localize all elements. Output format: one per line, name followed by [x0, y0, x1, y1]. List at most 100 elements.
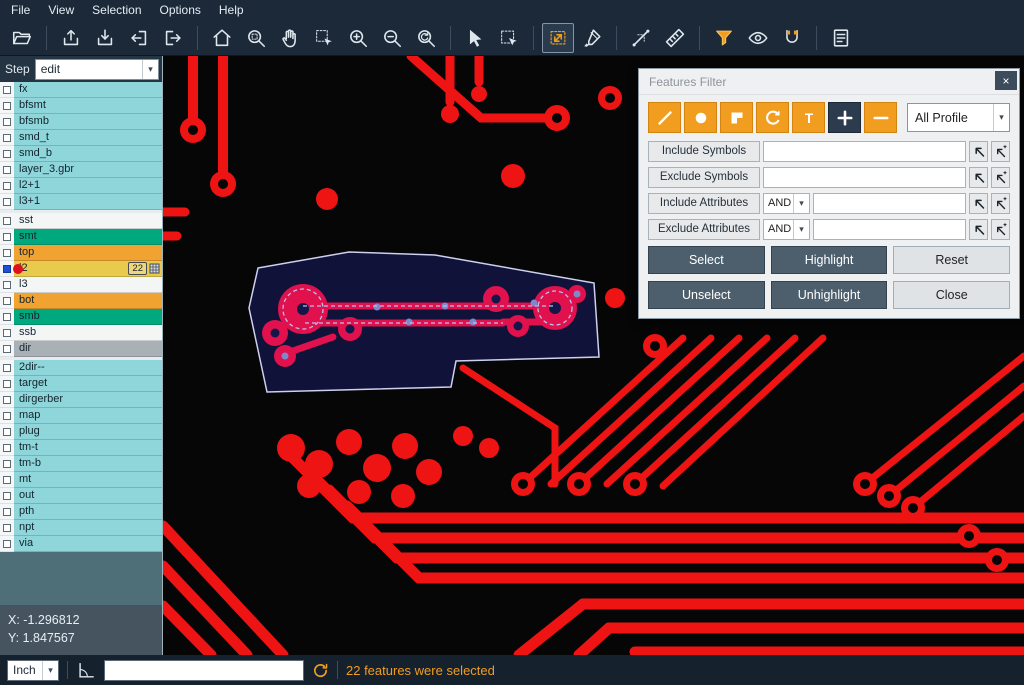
- layer-row-bfsmt[interactable]: bfsmt: [0, 98, 162, 114]
- pad-feature-button[interactable]: [684, 102, 717, 133]
- select-button[interactable]: Select: [648, 246, 765, 274]
- layer-name-cell[interactable]: pth: [14, 504, 162, 520]
- layer-checkbox[interactable]: [0, 293, 14, 309]
- layer-name-cell[interactable]: smb: [14, 309, 162, 325]
- layer-row-dirgerber[interactable]: dirgerber: [0, 392, 162, 408]
- layer-row-layer_3.gbr[interactable]: layer_3.gbr: [0, 162, 162, 178]
- layer-row-target[interactable]: target: [0, 376, 162, 392]
- logic-select[interactable]: AND▾: [763, 193, 810, 214]
- layer-checkbox[interactable]: [0, 245, 14, 261]
- open-tool-button[interactable]: [6, 23, 38, 53]
- layer-checkbox[interactable]: [0, 456, 14, 472]
- layer-row-out[interactable]: out: [0, 488, 162, 504]
- layer-name-cell[interactable]: 2dir--: [14, 360, 162, 376]
- menu-view[interactable]: View: [39, 0, 83, 20]
- arc-feature-button[interactable]: [756, 102, 789, 133]
- layer-name-cell[interactable]: out: [14, 488, 162, 504]
- layer-name-cell[interactable]: l3: [14, 277, 162, 293]
- zoom-reset-tool-button[interactable]: [410, 23, 442, 53]
- layer-row-dir[interactable]: dir: [0, 341, 162, 357]
- layer-row-2dir--[interactable]: 2dir--: [0, 360, 162, 376]
- layer-checkbox[interactable]: [0, 488, 14, 504]
- layer-checkbox[interactable]: [0, 325, 14, 341]
- pointer-tool-button[interactable]: [459, 23, 491, 53]
- layer-checkbox[interactable]: [0, 376, 14, 392]
- pan-tool-button[interactable]: [274, 23, 306, 53]
- layer-row-tm-b[interactable]: tm-b: [0, 456, 162, 472]
- highlight-button[interactable]: Highlight: [771, 246, 888, 274]
- pick-arrow-star-button[interactable]: [991, 219, 1010, 240]
- close-button[interactable]: ×: [995, 71, 1017, 90]
- include-attributes-button[interactable]: Include Attributes: [648, 193, 760, 214]
- layer-row-smd_t[interactable]: smd_t: [0, 130, 162, 146]
- layer-checkbox[interactable]: [0, 309, 14, 325]
- layer-row-via[interactable]: via: [0, 536, 162, 552]
- layer-row-bot[interactable]: bot: [0, 293, 162, 309]
- pick-arrow-star-button[interactable]: [991, 167, 1010, 188]
- layer-checkbox[interactable]: [0, 277, 14, 293]
- layer-row-bfsmb[interactable]: bfsmb: [0, 114, 162, 130]
- layer-name-cell[interactable]: fx: [14, 82, 162, 98]
- zoom-out-tool-button[interactable]: [376, 23, 408, 53]
- logic-select[interactable]: AND▾: [763, 219, 810, 240]
- layer-row-l3+1[interactable]: l3+1: [0, 194, 162, 210]
- layer-checkbox[interactable]: [0, 229, 14, 245]
- pick-arrow-star-button[interactable]: [991, 193, 1010, 214]
- filter-tool-button[interactable]: [708, 23, 740, 53]
- layer-checkbox[interactable]: [0, 130, 14, 146]
- reset-button[interactable]: Reset: [893, 246, 1010, 274]
- layer-name-cell[interactable]: map: [14, 408, 162, 424]
- layer-checkbox[interactable]: [0, 392, 14, 408]
- dialog-title-bar[interactable]: Features Filter ×: [639, 69, 1019, 95]
- layer-name-cell[interactable]: mt: [14, 472, 162, 488]
- angle-measure-icon[interactable]: [76, 660, 96, 680]
- layer-name-cell[interactable]: top: [14, 245, 162, 261]
- paint-tool-button[interactable]: [576, 23, 608, 53]
- layer-name-cell[interactable]: smd_t: [14, 130, 162, 146]
- profile-select[interactable]: All Profile▾: [907, 103, 1010, 132]
- layer-checkbox[interactable]: [0, 213, 14, 229]
- line-feature-button[interactable]: [648, 102, 681, 133]
- remove-filter-button[interactable]: [864, 102, 897, 133]
- layer-name-cell[interactable]: l3+1: [14, 194, 162, 210]
- layer-name-cell[interactable]: dir: [14, 341, 162, 357]
- import-down-tool-button[interactable]: [89, 23, 121, 53]
- layer-checkbox[interactable]: [0, 82, 14, 98]
- layer-name-cell[interactable]: npt: [14, 520, 162, 536]
- unit-select[interactable]: Inch ▾: [7, 660, 59, 681]
- add-filter-button[interactable]: [828, 102, 861, 133]
- layer-name-cell[interactable]: bot: [14, 293, 162, 309]
- zoom-in-tool-button[interactable]: [342, 23, 374, 53]
- layer-checkbox[interactable]: [0, 504, 14, 520]
- pick-arrow-button[interactable]: [969, 193, 988, 214]
- layer-checkbox[interactable]: [0, 408, 14, 424]
- include-symbols-button[interactable]: Include Symbols: [648, 141, 760, 162]
- unhighlight-button[interactable]: Unhighlight: [771, 281, 888, 309]
- layer-name-cell[interactable]: l2+1: [14, 178, 162, 194]
- layer-row-smb[interactable]: smb: [0, 309, 162, 325]
- layer-checkbox[interactable]: [0, 424, 14, 440]
- exclude-attributes-button[interactable]: Exclude Attributes: [648, 219, 760, 240]
- import-left-tool-button[interactable]: [123, 23, 155, 53]
- layer-name-cell[interactable]: target: [14, 376, 162, 392]
- pick-arrow-button[interactable]: [969, 219, 988, 240]
- layer-name-cell[interactable]: bfsmt: [14, 98, 162, 114]
- layer-name-cell[interactable]: smt: [14, 229, 162, 245]
- layer-row-l2+1[interactable]: l2+1: [0, 178, 162, 194]
- select-features-tool-button[interactable]: [542, 23, 574, 53]
- layer-row-mt[interactable]: mt: [0, 472, 162, 488]
- layer-name-cell[interactable]: layer_3.gbr: [14, 162, 162, 178]
- layer-checkbox[interactable]: [0, 536, 14, 552]
- home-tool-button[interactable]: [206, 23, 238, 53]
- layer-checkbox[interactable]: [0, 360, 14, 376]
- exclude-symbols-button[interactable]: Exclude Symbols: [648, 167, 760, 188]
- report-tool-button[interactable]: [825, 23, 857, 53]
- layer-checkbox[interactable]: [0, 146, 14, 162]
- layer-name-cell[interactable]: tm-b: [14, 456, 162, 472]
- zoom-window-tool-button[interactable]: [240, 23, 272, 53]
- layer-checkbox[interactable]: [0, 194, 14, 210]
- layer-name-cell[interactable]: tm-t: [14, 440, 162, 456]
- filter-value-input[interactable]: [763, 167, 966, 188]
- layer-row-l3[interactable]: l3: [0, 277, 162, 293]
- layer-checkbox[interactable]: [0, 472, 14, 488]
